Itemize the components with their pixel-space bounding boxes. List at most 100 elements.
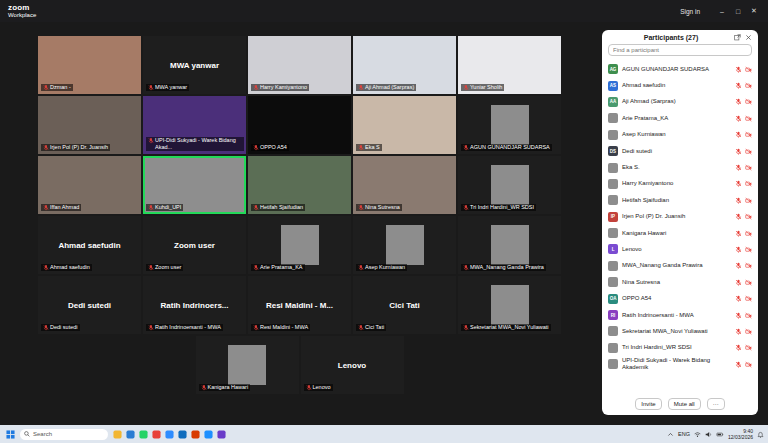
participant-row[interactable]: Sekretariat MWA_Novi Yuliawati xyxy=(608,323,752,339)
mic-muted-icon[interactable] xyxy=(735,180,742,187)
participant-row[interactable]: Asep Kurniawan xyxy=(608,127,752,143)
video-off-icon[interactable] xyxy=(745,344,752,351)
participant-tile[interactable]: OPPO A54 xyxy=(248,96,351,154)
pop-out-icon[interactable] xyxy=(734,34,741,41)
participant-tile[interactable]: Dzman - xyxy=(38,36,141,94)
video-off-icon[interactable] xyxy=(745,197,752,204)
speaker-icon[interactable] xyxy=(705,431,712,438)
participant-tile[interactable]: Aji Ahmad (Sarpras) xyxy=(353,36,456,94)
video-off-icon[interactable] xyxy=(745,279,752,286)
participant-tile[interactable]: Harry Kamiyantono xyxy=(248,36,351,94)
participant-tile[interactable]: Eka S xyxy=(353,96,456,154)
mic-muted-icon[interactable] xyxy=(735,328,742,335)
participant-row[interactable]: OAOPPO A54 xyxy=(608,290,752,306)
video-off-icon[interactable] xyxy=(745,98,752,105)
video-off-icon[interactable] xyxy=(745,328,752,335)
chevron-up-icon[interactable] xyxy=(667,431,674,438)
app-icon[interactable] xyxy=(217,430,226,439)
video-off-icon[interactable] xyxy=(745,82,752,89)
participant-tile[interactable]: MWA_Nanang Ganda Prawira xyxy=(458,216,561,274)
mic-muted-icon[interactable] xyxy=(735,262,742,269)
participant-tile[interactable]: Irjen Pol (P) Dr. Juansih xyxy=(38,96,141,154)
sign-in-button[interactable]: Sign in xyxy=(680,8,700,15)
mic-muted-icon[interactable] xyxy=(735,279,742,286)
participant-tile[interactable]: Cici TatiCici Tati xyxy=(353,276,456,334)
participant-tile[interactable]: AGUN GUNANDJAR SUDARSA xyxy=(458,96,561,154)
participant-tile[interactable]: Ahmad saefudinAhmad saefudin xyxy=(38,216,141,274)
mic-muted-icon[interactable] xyxy=(735,98,742,105)
participant-tile[interactable]: LenovoLenovo xyxy=(301,336,404,394)
battery-icon[interactable] xyxy=(716,431,724,438)
participant-row[interactable]: ASAhmad saefudin xyxy=(608,77,752,93)
participant-row[interactable]: MWA_Nanang Ganda Prawira xyxy=(608,258,752,274)
panel-button[interactable]: Invite xyxy=(635,398,661,410)
participant-row[interactable]: Harry Kamiyantono xyxy=(608,176,752,192)
video-off-icon[interactable] xyxy=(745,246,752,253)
participant-row[interactable]: LLenovo xyxy=(608,241,752,257)
language-indicator[interactable]: ENG xyxy=(678,431,690,437)
app-icon[interactable] xyxy=(191,430,200,439)
participant-row[interactable]: IPIrjen Pol (P) Dr. Juansih xyxy=(608,209,752,225)
participant-tile[interactable]: Hetifah Sjaifudian xyxy=(248,156,351,214)
app-icon[interactable] xyxy=(113,430,122,439)
app-icon[interactable] xyxy=(126,430,135,439)
participant-tile[interactable]: Yuniar Sholih xyxy=(458,36,561,94)
participant-tile[interactable]: Nina Sutresna xyxy=(353,156,456,214)
participant-tile[interactable]: Arie Pratama_KA xyxy=(248,216,351,274)
participant-tile[interactable]: MWA yanwarMWA yanwar xyxy=(143,36,246,94)
participant-row[interactable]: Arie Pratama_KA xyxy=(608,110,752,126)
mic-muted-icon[interactable] xyxy=(735,131,742,138)
window-control[interactable]: – xyxy=(714,8,730,15)
participant-tile[interactable]: Dedi sutediDedi sutedi xyxy=(38,276,141,334)
window-control[interactable]: ✕ xyxy=(746,7,762,15)
participant-tile[interactable]: Kuhdi_UPI xyxy=(143,156,246,214)
mic-muted-icon[interactable] xyxy=(735,344,742,351)
video-off-icon[interactable] xyxy=(745,230,752,237)
search-field[interactable] xyxy=(608,44,752,56)
video-off-icon[interactable] xyxy=(745,213,752,220)
video-off-icon[interactable] xyxy=(745,262,752,269)
participant-row[interactable]: Hetifah Sjaifudian xyxy=(608,192,752,208)
mic-muted-icon[interactable] xyxy=(735,197,742,204)
app-icon[interactable] xyxy=(152,430,161,439)
video-off-icon[interactable] xyxy=(745,295,752,302)
video-off-icon[interactable] xyxy=(745,361,752,368)
video-off-icon[interactable] xyxy=(745,164,752,171)
participant-row[interactable]: AAAji Ahmad (Sarpras) xyxy=(608,94,752,110)
panel-button[interactable]: Mute all xyxy=(668,398,701,410)
video-off-icon[interactable] xyxy=(745,148,752,155)
mic-muted-icon[interactable] xyxy=(735,213,742,220)
clock[interactable]: 9:4012/03/2026 xyxy=(728,428,753,440)
participant-tile[interactable]: Zoom userZoom user xyxy=(143,216,246,274)
participant-tile[interactable]: Sekretariat MWA_Novi Yuliawati xyxy=(458,276,561,334)
mic-muted-icon[interactable] xyxy=(735,246,742,253)
mic-muted-icon[interactable] xyxy=(735,164,742,171)
window-control[interactable]: □ xyxy=(730,8,746,15)
video-off-icon[interactable] xyxy=(745,180,752,187)
mic-muted-icon[interactable] xyxy=(735,115,742,122)
participant-row[interactable]: UPI-Didi Sukyadi - Warek Bidang Akademik xyxy=(608,356,752,372)
app-icon[interactable] xyxy=(139,430,148,439)
video-off-icon[interactable] xyxy=(745,66,752,73)
mic-muted-icon[interactable] xyxy=(735,361,742,368)
notification-icon[interactable] xyxy=(757,431,764,438)
mic-muted-icon[interactable] xyxy=(735,295,742,302)
mic-muted-icon[interactable] xyxy=(735,312,742,319)
mic-muted-icon[interactable] xyxy=(735,82,742,89)
participant-tile[interactable]: Resi Maldini - M...Resi Maldini - MWA xyxy=(248,276,351,334)
video-off-icon[interactable] xyxy=(745,131,752,138)
participant-tile[interactable]: Tri Indri Hardini_WR SDSI xyxy=(458,156,561,214)
close-icon[interactable] xyxy=(745,34,752,41)
taskbar-search[interactable]: Search xyxy=(20,429,108,440)
mic-muted-icon[interactable] xyxy=(735,148,742,155)
participant-tile[interactable]: Ratih Indrinoers...Ratih Indrinoersanti … xyxy=(143,276,246,334)
participant-row[interactable]: RIRatih Indrinoersanti - MWA xyxy=(608,307,752,323)
mic-muted-icon[interactable] xyxy=(735,230,742,237)
participant-row[interactable]: AGAGUN GUNANDJAR SUDARSA xyxy=(608,61,752,77)
app-icon[interactable] xyxy=(165,430,174,439)
participant-tile[interactable]: Kanigara Hawari xyxy=(196,336,299,394)
app-icon[interactable] xyxy=(178,430,187,439)
participant-tile[interactable]: Iffan Ahmad xyxy=(38,156,141,214)
video-off-icon[interactable] xyxy=(745,115,752,122)
app-icon[interactable] xyxy=(204,430,213,439)
